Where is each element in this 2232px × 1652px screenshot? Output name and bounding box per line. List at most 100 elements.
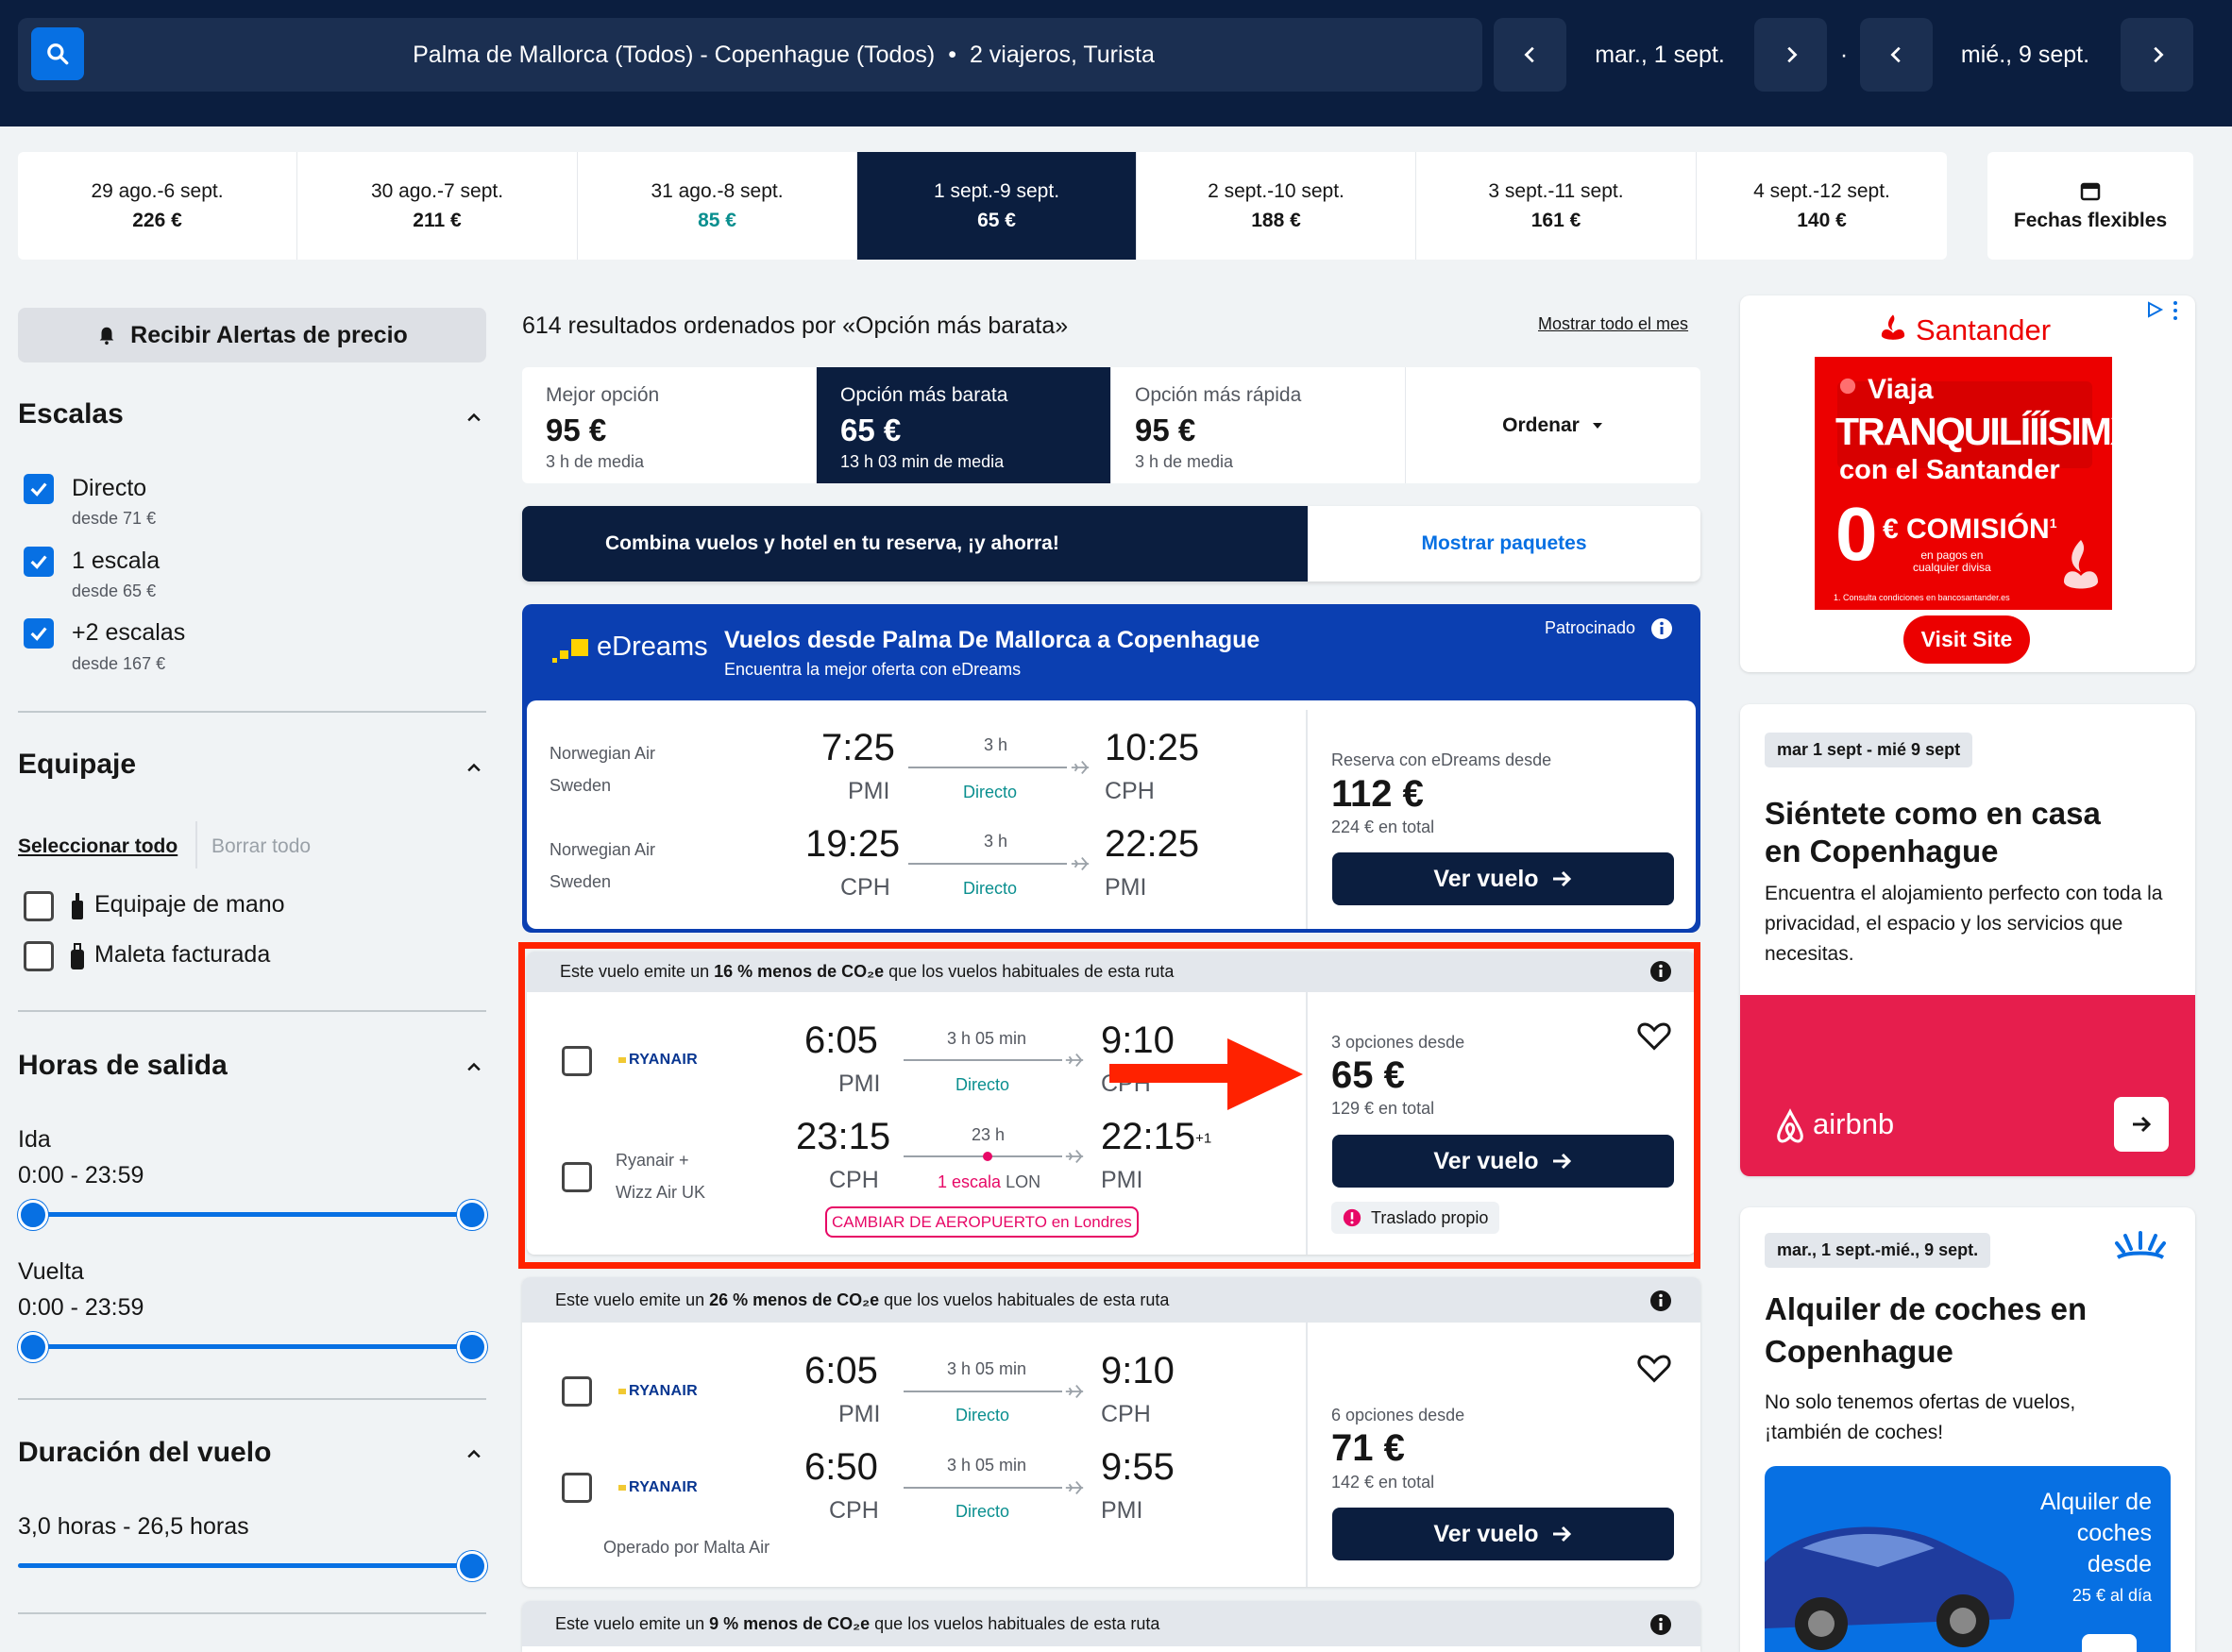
card-divider — [1306, 1323, 1308, 1587]
show-month-link[interactable]: Mostrar todo el mes — [1538, 314, 1688, 334]
promo-line: coches — [2076, 1520, 2152, 1546]
arrow-right-icon — [1552, 870, 1571, 887]
price: 71 € — [1331, 1427, 1405, 1469]
date-range: 1 sept.-9 sept. — [933, 179, 1060, 202]
flight-hotel-banner: Combina vuelos y hotel en tu reserva, ¡y… — [522, 506, 1700, 582]
arrive-time: 9:55 — [1101, 1446, 1175, 1488]
flexible-dates-button[interactable]: Fechas flexibles — [1987, 152, 2193, 260]
compare-checkbox[interactable] — [562, 1376, 592, 1407]
arrive-airport: PMI — [1101, 1497, 1143, 1524]
santander-small: en pagos en cualquier divisa — [1913, 549, 1991, 574]
search-icon — [47, 43, 69, 65]
chevron-up-icon[interactable] — [465, 1444, 483, 1463]
stops-two-checkbox[interactable] — [24, 618, 54, 649]
section-divider — [18, 711, 486, 713]
stops-one-checkbox[interactable] — [24, 547, 54, 577]
return-next-button[interactable] — [2121, 18, 2193, 92]
airbnb-go-button[interactable] — [2114, 1097, 2169, 1152]
return-range: 0:00 - 23:59 — [18, 1294, 144, 1321]
compare-checkbox[interactable] — [562, 1473, 592, 1503]
date-option[interactable]: 31 ago.-8 sept. 85 € — [578, 152, 857, 260]
santander-line1: Viaja — [1868, 374, 1934, 405]
outbound-slider-min-handle[interactable] — [18, 1200, 48, 1230]
date-option[interactable]: 30 ago.-7 sept. 211 € — [297, 152, 578, 260]
chevron-up-icon[interactable] — [465, 1057, 483, 1076]
cars-promo-text: Alquiler de coches desde 25 € al día — [2040, 1487, 2152, 1611]
cars-promo-banner: Alquiler de coches desde 25 € al día — [1765, 1466, 2171, 1652]
depart-airport: PMI — [848, 778, 890, 804]
sort-tab-label: Opción más barata — [840, 384, 1008, 406]
car-image-icon — [1765, 1526, 2015, 1650]
select-all-link[interactable]: Seleccionar todo — [18, 835, 178, 858]
arrow-right-icon — [2133, 1116, 2152, 1133]
return-slider-min-handle[interactable] — [18, 1332, 48, 1362]
date-option[interactable]: 3 sept.-11 sept. 161 € — [1416, 152, 1697, 260]
depart-time: 19:25 — [805, 823, 901, 865]
show-packages-link[interactable]: Mostrar paquetes — [1308, 506, 1700, 582]
flight-line — [908, 863, 1067, 865]
clear-all-link[interactable]: Borrar todo — [211, 835, 311, 858]
sort-tabs: Mejor opción 95 € 3 h de media Opción má… — [522, 367, 1700, 483]
airline-name: Norwegian Air Sweden — [550, 737, 655, 801]
depart-next-button[interactable] — [1754, 18, 1827, 92]
santander-zero: 0 — [1835, 492, 1878, 576]
co2-text: que los vuelos habituales de esta ruta — [870, 1613, 1160, 1633]
date-option[interactable]: 4 sept.-12 sept. 140 € — [1697, 152, 1947, 260]
cars-go-button[interactable] — [2082, 1634, 2137, 1652]
more-icon[interactable] — [2172, 300, 2179, 321]
search-summary[interactable]: Palma de Mallorca (Todos) - Copenhague (… — [104, 18, 1463, 92]
date-option[interactable]: 29 ago.-6 sept. 226 € — [18, 152, 297, 260]
price-alert-button[interactable]: Recibir Alertas de precio — [18, 308, 486, 362]
visit-site-button[interactable]: Visit Site — [1903, 615, 2030, 664]
flight-duration: 3 h — [984, 832, 1008, 851]
search-button[interactable] — [31, 27, 84, 80]
caret-down-icon — [1592, 422, 1602, 429]
times-title: Horas de salida — [18, 1050, 228, 1081]
chevron-right-icon — [2153, 46, 2164, 63]
view-flight-button[interactable]: Ver vuelo — [1332, 852, 1674, 905]
date-option[interactable]: 2 sept.-10 sept. 188 € — [1137, 152, 1416, 260]
duration-slider-track — [18, 1563, 472, 1568]
sort-dropdown-label: Ordenar — [1502, 413, 1580, 436]
sort-dropdown[interactable]: Ordenar — [1406, 367, 1700, 483]
chevron-up-icon[interactable] — [465, 408, 483, 427]
santander-fine-print: 1. Consulta condiciones en bancosantande… — [1834, 593, 2010, 602]
promo-line: 25 € al día — [2071, 1586, 2152, 1605]
checked-bag-label: Maleta facturada — [94, 941, 271, 968]
return-date[interactable]: mié., 9 sept. — [1940, 18, 2110, 92]
sort-cheapest-tab[interactable]: Opción más barata 65 € 13 h 03 min de me… — [817, 367, 1111, 483]
return-slider-max-handle[interactable] — [457, 1332, 487, 1362]
santander-flame-icon — [1881, 314, 1905, 340]
stops-two-price: desde 167 € — [72, 654, 166, 673]
date-option-selected[interactable]: 1 sept.-9 sept. 65 € — [857, 152, 1137, 260]
chevron-left-icon — [1889, 46, 1901, 63]
date-tag: mar 1 sept - mié 9 sept — [1765, 733, 1973, 767]
view-flight-label: Ver vuelo — [1433, 865, 1539, 892]
small-line: cualquier divisa — [1913, 561, 1991, 574]
co2-text: Este vuelo emite un — [555, 1613, 710, 1633]
co2-highlight: 26 % menos de CO₂e — [709, 1290, 880, 1309]
stops-two-label: +2 escalas — [72, 619, 186, 646]
info-icon[interactable] — [1650, 617, 1673, 640]
chevron-up-icon[interactable] — [465, 758, 483, 777]
cars-text: No solo tenemos ofertas de vuelos, ¡tamb… — [1765, 1391, 2076, 1443]
airbnb-brand: airbnb — [1813, 1107, 1895, 1140]
depart-prev-button[interactable] — [1494, 18, 1566, 92]
ad-choices-icon[interactable] — [2145, 300, 2164, 319]
duration-slider-max-handle[interactable] — [457, 1551, 487, 1581]
return-prev-button[interactable] — [1860, 18, 1933, 92]
hand-luggage-icon — [72, 893, 83, 919]
sort-best-tab[interactable]: Mejor opción 95 € 3 h de media — [522, 367, 817, 483]
info-icon[interactable] — [1649, 1613, 1672, 1636]
depart-date[interactable]: mar., 1 sept. — [1575, 18, 1745, 92]
view-flight-button[interactable]: Ver vuelo — [1332, 1508, 1674, 1560]
sort-fastest-tab[interactable]: Opción más rápida 95 € 3 h de media — [1111, 367, 1406, 483]
info-icon[interactable] — [1649, 1290, 1672, 1312]
outbound-slider-max-handle[interactable] — [457, 1200, 487, 1230]
check-icon — [30, 627, 47, 641]
ryanair-logo: RYANAIR — [618, 1479, 698, 1496]
hand-luggage-checkbox[interactable] — [24, 891, 54, 921]
heart-icon[interactable] — [1637, 1352, 1671, 1384]
checked-bag-checkbox[interactable] — [24, 941, 54, 971]
stops-direct-checkbox[interactable] — [24, 474, 54, 504]
